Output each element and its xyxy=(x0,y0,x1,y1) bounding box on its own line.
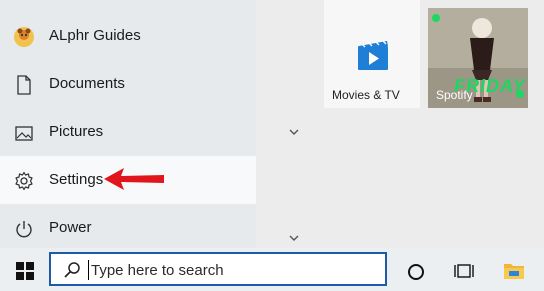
power-item[interactable]: Power xyxy=(0,204,256,252)
red-arrow-annotation xyxy=(104,168,164,190)
document-icon xyxy=(17,75,31,95)
user-name-label: ALphr Guides xyxy=(49,27,141,44)
movies-tv-label: Movies & TV xyxy=(332,88,400,102)
search-placeholder: Type here to search xyxy=(91,262,224,279)
pictures-label: Pictures xyxy=(49,123,104,140)
movies-tv-tile[interactable]: Movies & TV xyxy=(324,8,420,108)
windows-start-icon[interactable] xyxy=(16,262,34,280)
text-caret xyxy=(88,260,89,280)
gear-icon xyxy=(15,171,33,191)
settings-label: Settings xyxy=(49,171,104,188)
pictures-item[interactable]: Pictures xyxy=(0,108,256,156)
power-icon xyxy=(16,221,32,238)
search-icon xyxy=(64,262,80,278)
user-avatar-icon xyxy=(14,27,34,47)
task-view-icon[interactable] xyxy=(454,262,474,280)
movies-tv-icon xyxy=(358,40,388,70)
chevron-down-icon[interactable] xyxy=(287,233,301,243)
documents-item[interactable]: Documents xyxy=(0,60,256,108)
documents-label: Documents xyxy=(49,75,125,92)
picture-icon xyxy=(15,126,33,141)
file-explorer-icon[interactable] xyxy=(503,261,525,281)
power-label: Power xyxy=(49,219,92,236)
spotify-label: Spotify xyxy=(436,88,473,102)
user-account-item[interactable]: ALphr Guides xyxy=(0,12,256,60)
cortana-icon[interactable] xyxy=(407,263,425,281)
chevron-down-icon[interactable] xyxy=(287,127,301,137)
taskbar-search-box[interactable]: Type here to search xyxy=(49,252,387,286)
start-menu-left-pane: ALphr Guides Documents Pictures Settings… xyxy=(0,0,256,248)
spotify-tile[interactable]: FRIDAY Spotify xyxy=(428,8,528,108)
